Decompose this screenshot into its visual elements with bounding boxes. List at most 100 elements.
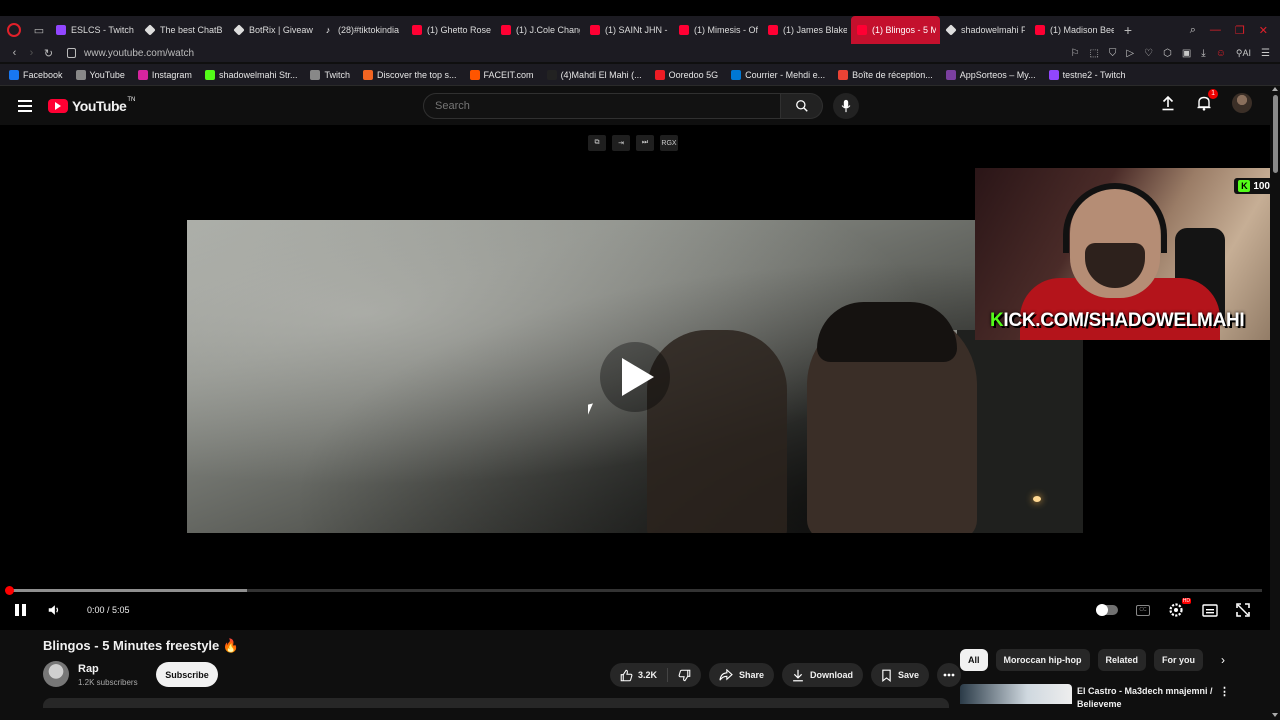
- recommendation-title[interactable]: El Castro - Ma3dech mnajemni / Believeme: [1077, 685, 1217, 711]
- tab-active[interactable]: (1) Blingos - 5 Minutes free: [851, 16, 940, 44]
- easy-setup-icon[interactable]: ☰: [1261, 48, 1270, 59]
- reload-icon[interactable]: ↻: [40, 47, 57, 60]
- bookmark-item[interactable]: Ooredoo 5G: [654, 69, 718, 80]
- browser-tab[interactable]: (1) James Blake: [762, 16, 851, 44]
- search-button[interactable]: [781, 93, 823, 119]
- bookmark-item[interactable]: FACEIT.com: [469, 69, 534, 80]
- bookmark-item[interactable]: testne2 - Twitch: [1048, 69, 1125, 80]
- share-button[interactable]: Share: [709, 663, 775, 687]
- subtitles-icon[interactable]: CC: [1136, 604, 1150, 616]
- chips-next-icon[interactable]: ›: [1221, 653, 1225, 667]
- minimize-icon[interactable]: —: [1210, 24, 1221, 36]
- url-field[interactable]: www.youtube.com/watch: [84, 48, 194, 59]
- player-icon[interactable]: ▷: [1126, 48, 1134, 59]
- bookmark-item[interactable]: AppSorteos – My...: [945, 69, 1036, 80]
- bookmark-item[interactable]: Facebook: [9, 69, 63, 80]
- subscribe-button[interactable]: Subscribe: [156, 662, 218, 687]
- scroll-thumb[interactable]: [1273, 95, 1278, 173]
- extensions-icon[interactable]: ⬡: [1163, 48, 1172, 59]
- exit-tool-icon[interactable]: ⇥: [612, 135, 630, 151]
- menu-icon[interactable]: [18, 100, 32, 112]
- window-controls: ⌕ — ❐ ✕: [1190, 24, 1280, 37]
- heart-icon[interactable]: ♡: [1144, 48, 1153, 59]
- browser-tab[interactable]: BotRix | Giveaw: [228, 16, 317, 44]
- chip-related[interactable]: Related: [1097, 649, 1147, 671]
- skip-tool-icon[interactable]: ⏭: [636, 135, 654, 151]
- scroll-down-icon[interactable]: [1272, 713, 1278, 717]
- profile-icon[interactable]: ☺: [1216, 48, 1226, 59]
- chip-all[interactable]: All: [960, 649, 988, 671]
- youtube-favicon-icon: [412, 25, 422, 35]
- voice-search-button[interactable]: [833, 93, 859, 119]
- dislike-button[interactable]: [668, 663, 701, 687]
- download-button[interactable]: Download: [782, 663, 864, 687]
- maximize-icon[interactable]: ❐: [1235, 24, 1245, 37]
- progress-bar[interactable]: [5, 586, 1262, 595]
- browser-tab[interactable]: (1) SAINt JHN -: [584, 16, 673, 44]
- download-icon[interactable]: ⤓: [1201, 48, 1205, 59]
- browser-tab[interactable]: (1) Madison Bee: [1029, 16, 1118, 44]
- browser-tab[interactable]: (1) Ghetto Rose: [406, 16, 495, 44]
- more-actions-button[interactable]: [937, 663, 962, 687]
- bookmark-favicon-icon: [363, 69, 373, 80]
- account-avatar[interactable]: [1232, 93, 1252, 113]
- fullscreen-icon[interactable]: [1236, 603, 1250, 617]
- big-play-button[interactable]: [600, 342, 670, 412]
- browser-tab[interactable]: (1) J.Cole Chang: [495, 16, 584, 44]
- like-button[interactable]: 3.2K: [610, 663, 667, 687]
- autoplay-toggle[interactable]: [1096, 604, 1118, 616]
- bookmark-item[interactable]: (4)Mahdi El Mahi (...: [546, 69, 642, 80]
- browser-tab[interactable]: ♪ (28)#tiktokindia: [317, 16, 406, 44]
- browser-tab[interactable]: The best ChatB: [139, 16, 228, 44]
- bookmark-item[interactable]: shadowelmahi Str...: [204, 69, 297, 80]
- page-scrollbar[interactable]: [1270, 87, 1280, 720]
- notifications-button[interactable]: 1: [1194, 89, 1218, 113]
- settings-button[interactable]: HD: [1168, 598, 1191, 618]
- video-player[interactable]: ⧉ ⇥ ⏭ RGX K 100 KICK.COM/SHADOWELMAHI 0:…: [0, 125, 1280, 630]
- shield-icon[interactable]: ⛉: [1109, 48, 1117, 59]
- tab-label: (1) Ghetto Rose: [427, 25, 491, 35]
- bookmark-item[interactable]: Discover the top s...: [363, 69, 457, 80]
- search-input[interactable]: [423, 93, 781, 119]
- youtube-wordmark: YouTube: [72, 98, 127, 114]
- opera-menu-button[interactable]: [0, 16, 28, 44]
- chip-moroccan-hip-hop[interactable]: Moroccan hip-hop: [995, 649, 1090, 671]
- progress-scrubber[interactable]: [5, 586, 14, 595]
- chip-for-you[interactable]: For you: [1154, 649, 1204, 671]
- recommendation-thumbnail[interactable]: [960, 684, 1072, 704]
- volume-icon[interactable]: [47, 603, 61, 617]
- snapshot-icon[interactable]: ⬚: [1089, 48, 1098, 59]
- tab-search-icon[interactable]: ⌕: [1190, 24, 1196, 37]
- back-icon[interactable]: ‹: [6, 47, 23, 59]
- save-button[interactable]: Save: [871, 663, 930, 687]
- recommendation-more-icon[interactable]: ⋮: [1219, 685, 1230, 698]
- browser-tab[interactable]: shadowelmahi F: [940, 16, 1029, 44]
- browser-tab[interactable]: (1) Mimesis - Of: [673, 16, 762, 44]
- channel-avatar[interactable]: [43, 661, 69, 687]
- bookmark-item[interactable]: Instagram: [137, 69, 192, 80]
- pip-tool-icon[interactable]: ⧉: [588, 135, 606, 151]
- youtube-logo[interactable]: YouTube TN: [48, 97, 135, 114]
- wallet-icon[interactable]: ▣: [1182, 48, 1191, 59]
- forward-icon[interactable]: ›: [23, 47, 40, 59]
- browser-tab[interactable]: ESLCS - Twitch: [50, 16, 139, 44]
- webcam-headset: [1063, 183, 1167, 253]
- bookmark-item[interactable]: Twitch: [310, 69, 350, 80]
- bookmark-label: Discover the top s...: [377, 69, 457, 80]
- new-tab-button[interactable]: +: [1118, 22, 1138, 38]
- bookmark-item[interactable]: YouTube: [75, 69, 125, 80]
- scroll-up-icon[interactable]: [1272, 87, 1278, 91]
- pause-icon[interactable]: [15, 604, 27, 616]
- bookmark-icon[interactable]: ⚐: [1071, 48, 1080, 59]
- aria-button[interactable]: ⚲AI: [1236, 48, 1251, 59]
- description-box[interactable]: [43, 698, 949, 708]
- channel-name[interactable]: Rap: [78, 663, 99, 675]
- close-window-icon[interactable]: ✕: [1259, 24, 1268, 37]
- bookmark-item[interactable]: Boîte de réception...: [838, 69, 933, 80]
- tab-islands-icon[interactable]: ▭: [28, 16, 50, 44]
- miniplayer-icon[interactable]: [1202, 603, 1218, 617]
- bookmark-item[interactable]: Courrier - Mehdi e...: [731, 69, 825, 80]
- rgx-tool-button[interactable]: RGX: [660, 135, 678, 151]
- upload-icon[interactable]: [1160, 95, 1176, 111]
- lock-icon[interactable]: [67, 48, 76, 58]
